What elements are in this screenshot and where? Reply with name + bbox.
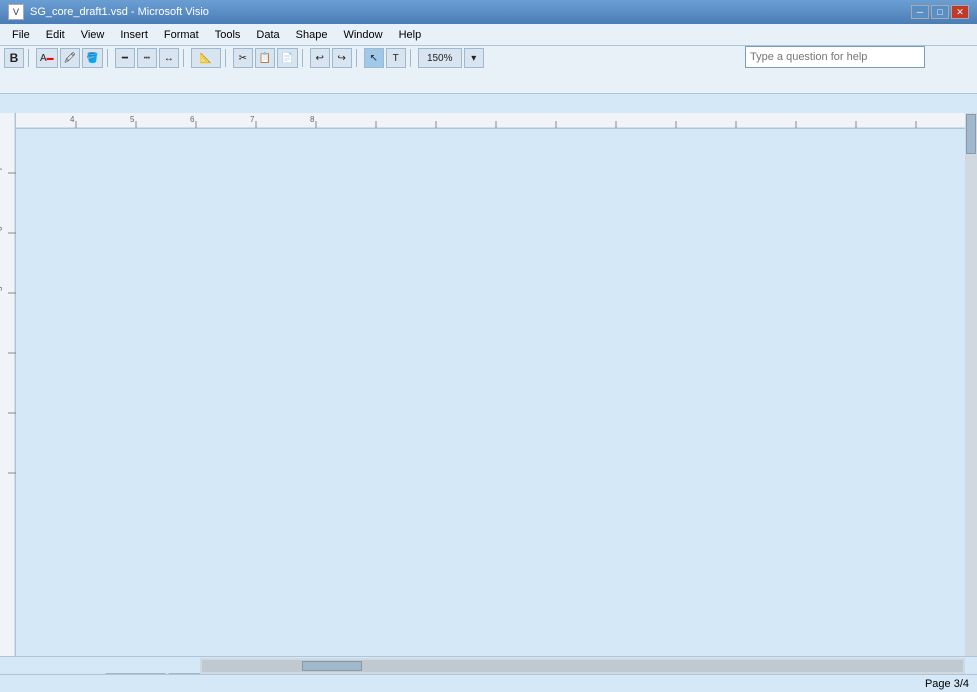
svg-text:6: 6 bbox=[0, 226, 4, 231]
font-color-button[interactable]: A▬ bbox=[36, 48, 58, 68]
horizontal-ruler: 4 5 6 7 8 bbox=[16, 113, 965, 129]
menu-shape[interactable]: Shape bbox=[288, 27, 336, 43]
bold-button[interactable]: B bbox=[4, 48, 24, 68]
sep5 bbox=[302, 49, 306, 67]
undo-button[interactable]: ↩ bbox=[310, 48, 330, 68]
sep4 bbox=[225, 49, 229, 67]
menu-help[interactable]: Help bbox=[391, 27, 430, 43]
redo-button[interactable]: ↪ bbox=[332, 48, 352, 68]
help-input[interactable] bbox=[750, 51, 920, 63]
status-bar: Page 3/4 bbox=[0, 674, 977, 692]
menu-data[interactable]: Data bbox=[248, 27, 287, 43]
horizontal-scrollbar[interactable] bbox=[200, 658, 965, 674]
fill-button[interactable]: 🪣 bbox=[82, 48, 102, 68]
vertical-scrollbar[interactable] bbox=[965, 113, 977, 656]
window-controls: ─ □ ✕ bbox=[911, 5, 969, 19]
page-status: Page 3/4 bbox=[925, 678, 969, 690]
paste-button[interactable]: 📄 bbox=[277, 48, 297, 68]
menu-insert[interactable]: Insert bbox=[112, 27, 156, 43]
svg-text:8: 8 bbox=[310, 115, 315, 124]
line-style1[interactable]: ━ bbox=[115, 48, 135, 68]
vertical-ruler: 7 6 5 bbox=[0, 113, 16, 656]
window-title: SG_core_draft1.vsd - Microsoft Visio bbox=[30, 6, 209, 18]
svg-text:7: 7 bbox=[250, 115, 255, 124]
pointer-button[interactable]: ↖ bbox=[364, 48, 384, 68]
menu-bar: File Edit View Insert Format Tools Data … bbox=[0, 24, 977, 46]
arrow-button[interactable]: ↔ bbox=[159, 48, 179, 68]
svg-text:6: 6 bbox=[190, 115, 195, 124]
close-button[interactable]: ✕ bbox=[951, 5, 969, 19]
copy-button[interactable]: 📋 bbox=[255, 48, 275, 68]
line-style2[interactable]: ┅ bbox=[137, 48, 157, 68]
menu-format[interactable]: Format bbox=[156, 27, 207, 43]
menu-tools[interactable]: Tools bbox=[207, 27, 249, 43]
menu-edit[interactable]: Edit bbox=[38, 27, 73, 43]
minimize-button[interactable]: ─ bbox=[911, 5, 929, 19]
menu-view[interactable]: View bbox=[73, 27, 113, 43]
svg-text:4: 4 bbox=[70, 115, 75, 124]
sep3 bbox=[183, 49, 187, 67]
svg-text:7: 7 bbox=[0, 166, 4, 171]
sep2 bbox=[107, 49, 111, 67]
cut-button[interactable]: ✂ bbox=[233, 48, 253, 68]
zoom-selector[interactable]: 150% bbox=[418, 48, 462, 68]
vertical-scroll-thumb[interactable] bbox=[966, 114, 976, 154]
menu-file[interactable]: File bbox=[4, 27, 38, 43]
restore-button[interactable]: □ bbox=[931, 5, 949, 19]
zoom-dropdown[interactable]: ▾ bbox=[464, 48, 484, 68]
highlight-button[interactable]: 🖍 bbox=[60, 48, 81, 68]
sep7 bbox=[410, 49, 414, 67]
menu-window[interactable]: Window bbox=[335, 27, 390, 43]
sep1 bbox=[28, 49, 32, 67]
title-bar: V SG_core_draft1.vsd - Microsoft Visio ─… bbox=[0, 0, 977, 24]
h-scroll-track[interactable] bbox=[202, 660, 963, 672]
svg-text:5: 5 bbox=[130, 115, 135, 124]
sep6 bbox=[356, 49, 360, 67]
help-box[interactable] bbox=[745, 46, 925, 68]
svg-text:5: 5 bbox=[0, 286, 4, 291]
app-icon: V bbox=[8, 4, 24, 20]
text-button[interactable]: T bbox=[386, 48, 406, 68]
horizontal-scroll-thumb[interactable] bbox=[302, 661, 362, 671]
connector-button[interactable]: 📐 bbox=[191, 48, 221, 68]
